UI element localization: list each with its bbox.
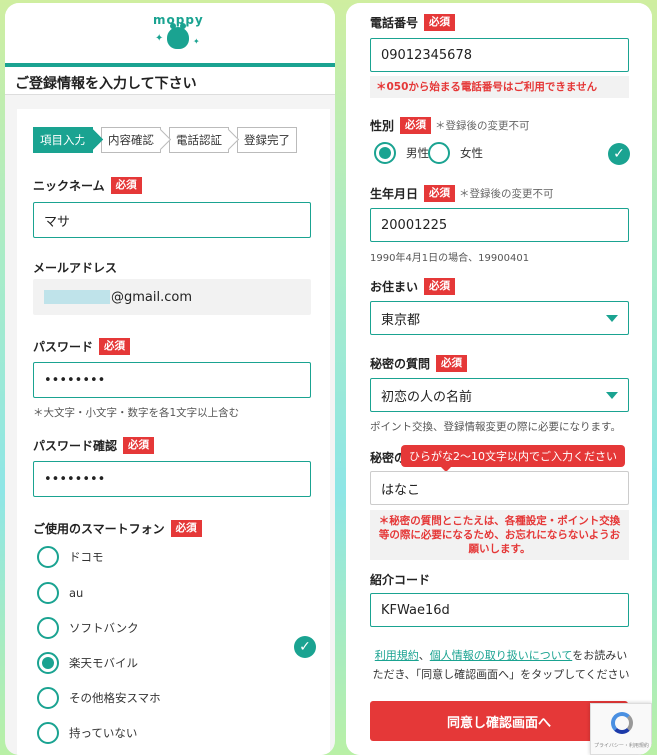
secret-question-select[interactable]: 初恋の人の名前 (370, 378, 629, 412)
radio-button[interactable] (37, 546, 59, 568)
radio-docomo[interactable]: ドコモ (37, 546, 104, 568)
required-badge: 必須 (424, 185, 456, 202)
email-field: @gmail.com (33, 279, 311, 315)
radio-au[interactable]: au (37, 582, 83, 604)
residence-label: お住まい 必須 (370, 278, 456, 295)
mascot-icon (167, 23, 189, 49)
referral-input[interactable]: KFWae16d (370, 593, 629, 627)
radio-button-selected[interactable] (37, 652, 59, 674)
phone-input[interactable]: 09012345678 (370, 38, 629, 72)
residence-select[interactable]: 東京都 (370, 301, 629, 335)
secret-answer-error: ＊秘密の質問とこたえは、各種設定・ポイント交換等の際に必要になるため、お忘れにな… (370, 510, 629, 560)
dropdown-arrow-icon (606, 392, 618, 399)
terms-link[interactable]: 利用規約 (375, 649, 419, 662)
step-phone-auth: 電話認証 (169, 127, 229, 153)
birthday-input[interactable]: 20001225 (370, 208, 629, 242)
nickname-label: ニックネーム 必須 (33, 177, 142, 194)
password-label: パスワード 必須 (33, 338, 131, 355)
sparkle-icon: ✦ (193, 37, 200, 46)
header: moppy ✦ ✦ (5, 3, 335, 67)
moppy-logo: moppy (153, 13, 204, 27)
recaptcha-badge[interactable]: プライバシー・利用規約 (590, 703, 652, 755)
check-circle-icon: ✓ (608, 143, 630, 165)
registration-form-left: moppy ✦ ✦ ご登録情報を入力して下さい 項目入力 内容確認 電話認証 登… (5, 3, 335, 755)
radio-button[interactable] (37, 582, 59, 604)
gender-label: 性別 必須 ＊登録後の変更不可 (370, 117, 530, 134)
sparkle-icon: ✦ (155, 33, 164, 44)
required-badge: 必須 (110, 177, 142, 194)
required-badge: 必須 (436, 355, 468, 372)
phone-error: ＊050から始まる電話番号はご利用できません (370, 76, 629, 98)
validation-tooltip: ひらがな2〜10文字以内でご入力ください (401, 445, 625, 472)
password-confirm-label: パスワード確認 必須 (33, 437, 155, 454)
birthday-hint: 1990年4月1日の場合、19900401 (370, 253, 530, 264)
check-circle-icon: ✓ (294, 636, 316, 658)
birthday-label: 生年月日 必須 ＊登録後の変更不可 (370, 185, 554, 202)
recaptcha-icon (611, 712, 633, 734)
email-label: メールアドレス (33, 261, 118, 275)
radio-other-mvno[interactable]: その他格安スマホ (37, 687, 161, 709)
dropdown-arrow-icon (606, 315, 618, 322)
privacy-link[interactable]: 個人情報の取り扱いについて (430, 649, 572, 662)
radio-button-selected[interactable] (374, 142, 396, 164)
radio-rakuten[interactable]: 楽天モバイル (37, 652, 138, 674)
secret-question-label: 秘密の質問 必須 (370, 355, 468, 372)
radio-button[interactable] (428, 142, 450, 164)
step-complete: 登録完了 (237, 127, 297, 153)
required-badge: 必須 (424, 14, 456, 31)
step-input: 項目入力 (33, 127, 93, 153)
radio-female[interactable]: 女性 (428, 142, 483, 164)
required-badge: 必須 (123, 437, 155, 454)
secret-answer-input[interactable]: はなこ (370, 471, 629, 505)
page-title: ご登録情報を入力して下さい (5, 67, 335, 95)
password-hint: ＊大文字・小文字・数字を各1文字以上含む (33, 407, 240, 419)
secret-question-hint: ポイント交換、登録情報変更の際に必要になります。 (370, 421, 621, 433)
referral-label: 紹介コード (370, 573, 431, 587)
step-confirm: 内容確認 (101, 127, 161, 153)
required-badge: 必須 (424, 278, 456, 295)
radio-softbank[interactable]: ソフトバンク (37, 617, 139, 639)
radio-none[interactable]: 持っていない (37, 722, 137, 744)
registration-form-right: 電話番号 必須 09012345678 ＊050から始まる電話番号はご利用できませ… (346, 3, 652, 755)
required-badge: 必須 (170, 520, 202, 537)
phone-label: 電話番号 必須 (370, 14, 456, 31)
radio-button[interactable] (37, 617, 59, 639)
radio-male[interactable]: 男性 (374, 142, 429, 164)
progress-steps: 項目入力 内容確認 電話認証 登録完了 (33, 127, 305, 153)
password-confirm-input[interactable]: •••••••• (33, 461, 311, 497)
nickname-input[interactable]: マサ (33, 202, 311, 238)
password-input[interactable]: •••••••• (33, 362, 311, 398)
radio-button[interactable] (37, 722, 59, 744)
radio-button[interactable] (37, 687, 59, 709)
form-card: 項目入力 内容確認 電話認証 登録完了 ニックネーム 必須 マサ メールアドレス … (17, 109, 330, 755)
required-badge: 必須 (99, 338, 131, 355)
smartphone-label: ご使用のスマートフォン 必須 (33, 520, 202, 537)
redacted-email-user (44, 290, 110, 304)
required-badge: 必須 (400, 117, 432, 134)
terms-text: 利用規約、個人情報の取り扱いについてをお読みいただき、「同意し確認画面へ」をタッ… (372, 649, 630, 681)
